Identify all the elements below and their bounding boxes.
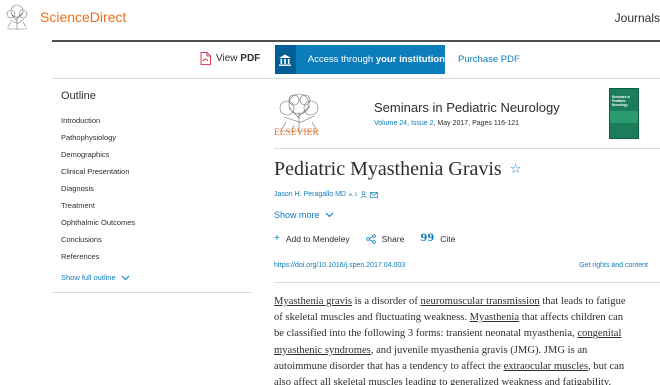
abstract-line: Myasthenia gravis is a disorder of neuro… bbox=[274, 294, 649, 310]
share-icon bbox=[365, 233, 376, 244]
abstract-line: of skeletal muscles and fluctuating weak… bbox=[274, 310, 649, 326]
article-actions: + Add to Mendeley Share 99 Cite bbox=[274, 233, 455, 244]
outline-list: Introduction Pathophysiology Demographic… bbox=[61, 116, 251, 269]
star-icon[interactable]: ☆ bbox=[510, 162, 522, 177]
author-name-link[interactable]: Jason H. Peragallo MD bbox=[274, 191, 346, 198]
toolbar-divider bbox=[52, 78, 660, 79]
doi-link[interactable]: https://doi.org/10.1016/j.spen.2017.04.0… bbox=[274, 262, 405, 269]
cover-band bbox=[610, 111, 638, 123]
view-pdf-bold: PDF bbox=[240, 53, 261, 64]
institution-building-icon bbox=[275, 45, 296, 74]
author-line: Jason H. Peragallo MD a, 1 bbox=[274, 191, 379, 198]
outline-item-references[interactable]: References bbox=[61, 252, 251, 269]
access-through-institution-button[interactable]: Access through your institution bbox=[275, 45, 445, 74]
abstract-text: that leads to fatigue bbox=[539, 296, 626, 307]
journal-header-divider bbox=[274, 148, 660, 149]
glossary-term-link[interactable]: congenital bbox=[577, 328, 621, 339]
chevron-down-icon bbox=[325, 212, 333, 218]
volume-issue-link[interactable]: Volume 24, Issue 2 bbox=[374, 120, 434, 127]
abstract-text: also affect all skeletal muscles leading… bbox=[274, 377, 612, 385]
author-affiliation-sup[interactable]: a, 1 bbox=[349, 192, 357, 198]
share-label: Share bbox=[381, 233, 405, 244]
journals-link[interactable]: Journals bbox=[615, 11, 660, 25]
access-prefix: Access through bbox=[307, 54, 374, 65]
access-toolbar: View PDF Access through your institution… bbox=[0, 42, 660, 78]
access-label: Access through your institution bbox=[296, 54, 445, 65]
outline-item-treatment[interactable]: Treatment bbox=[61, 201, 251, 218]
pdf-file-icon bbox=[200, 52, 211, 65]
view-pdf-prefix: View bbox=[216, 53, 238, 64]
glossary-term-link[interactable]: myasthenic syndromes bbox=[274, 345, 371, 356]
outline-item-conclusions[interactable]: Conclusions bbox=[61, 235, 251, 252]
outline-sidebar: Outline Introduction Pathophysiology Dem… bbox=[61, 90, 251, 282]
abstract-text: is a disorder of bbox=[351, 296, 421, 307]
outline-item-diagnosis[interactable]: Diagnosis bbox=[61, 184, 251, 201]
abstract-text: that affects children can bbox=[519, 312, 624, 324]
outline-item-introduction[interactable]: Introduction bbox=[61, 116, 251, 133]
chevron-down-icon bbox=[121, 275, 130, 280]
abstract-text: autoimmune disorder that has a tendency … bbox=[274, 360, 504, 372]
journal-issue-info: Volume 24, Issue 2, May 2017, Pages 116-… bbox=[374, 120, 519, 127]
article-title-text: Pediatric Myasthenia Gravis bbox=[274, 158, 502, 180]
plus-icon: + bbox=[274, 233, 280, 244]
glossary-term-link[interactable]: extraocular muscles bbox=[504, 361, 588, 372]
article-title: Pediatric Myasthenia Gravis ☆ bbox=[274, 158, 521, 181]
abstract-line: myasthenic syndromes, and juvenile myast… bbox=[274, 343, 649, 359]
elsevier-tree-logo-icon[interactable] bbox=[4, 3, 30, 31]
show-more-button[interactable]: Show more bbox=[274, 210, 334, 220]
glossary-term-link[interactable]: neuromuscular transmission bbox=[421, 296, 540, 307]
access-bold: your institution bbox=[375, 54, 445, 65]
abstract-paragraph: Myasthenia gravis is a disorder of neuro… bbox=[274, 294, 649, 385]
outline-title: Outline bbox=[61, 90, 96, 102]
outline-item-clinical-presentation[interactable]: Clinical Presentation bbox=[61, 167, 251, 184]
cite-label: Cite bbox=[440, 233, 456, 244]
rights-and-content-link[interactable]: Get rights and content bbox=[579, 262, 648, 269]
abstract-text: , and juvenile myasthenia gravis (JMG). … bbox=[370, 344, 588, 356]
view-pdf-label: View PDF bbox=[216, 53, 260, 64]
person-icon[interactable] bbox=[360, 191, 367, 198]
mail-icon[interactable] bbox=[370, 191, 379, 198]
glossary-term-link[interactable]: Myasthenia bbox=[470, 312, 519, 323]
outline-divider bbox=[52, 292, 252, 293]
issue-date-pages: , May 2017, Pages 116-121 bbox=[433, 120, 520, 127]
sciencedirect-brand-link[interactable]: ScienceDirect bbox=[40, 9, 126, 25]
top-header: ScienceDirect Journals bbox=[0, 0, 660, 40]
cover-title: Seminars in Pediatric Neurology bbox=[612, 95, 631, 107]
glossary-term-link[interactable]: Myasthenia gravis bbox=[274, 296, 352, 307]
add-to-mendeley-label: Add to Mendeley bbox=[285, 233, 350, 244]
quote-icon: 99 bbox=[420, 233, 435, 244]
abstract-line: also affect all skeletal muscles leading… bbox=[274, 375, 649, 385]
journal-title-link[interactable]: Seminars in Pediatric Neurology bbox=[374, 100, 560, 115]
abstract-text: of skeletal muscles and fluctuating weak… bbox=[274, 312, 470, 324]
abstract-text: be classified into the following 3 forms… bbox=[274, 328, 578, 340]
cite-button[interactable]: 99 Cite bbox=[420, 233, 455, 244]
purchase-pdf-link[interactable]: Purchase PDF bbox=[458, 54, 520, 65]
share-button[interactable]: Share bbox=[365, 233, 405, 244]
outline-item-demographics[interactable]: Demographics bbox=[61, 150, 251, 167]
outline-item-pathophysiology[interactable]: Pathophysiology bbox=[61, 133, 251, 150]
abstract-line: be classified into the following 3 forms… bbox=[274, 326, 649, 342]
abstract-text: , but can bbox=[587, 360, 625, 372]
view-pdf-button[interactable]: View PDF bbox=[200, 52, 260, 65]
outline-item-ophthalmic-outcomes[interactable]: Ophthalmic Outcomes bbox=[61, 218, 251, 235]
show-full-outline-button[interactable]: Show full outline bbox=[61, 273, 251, 282]
article-divider bbox=[274, 282, 660, 283]
journal-cover-image[interactable]: Seminars in Pediatric Neurology bbox=[609, 88, 639, 139]
abstract-line: autoimmune disorder that has a tendency … bbox=[274, 359, 649, 375]
show-more-label: Show more bbox=[274, 210, 320, 220]
show-full-outline-label: Show full outline bbox=[61, 273, 116, 282]
add-to-mendeley-button[interactable]: + Add to Mendeley bbox=[274, 233, 350, 244]
elsevier-wordmark: ELSEVIER bbox=[274, 127, 319, 137]
